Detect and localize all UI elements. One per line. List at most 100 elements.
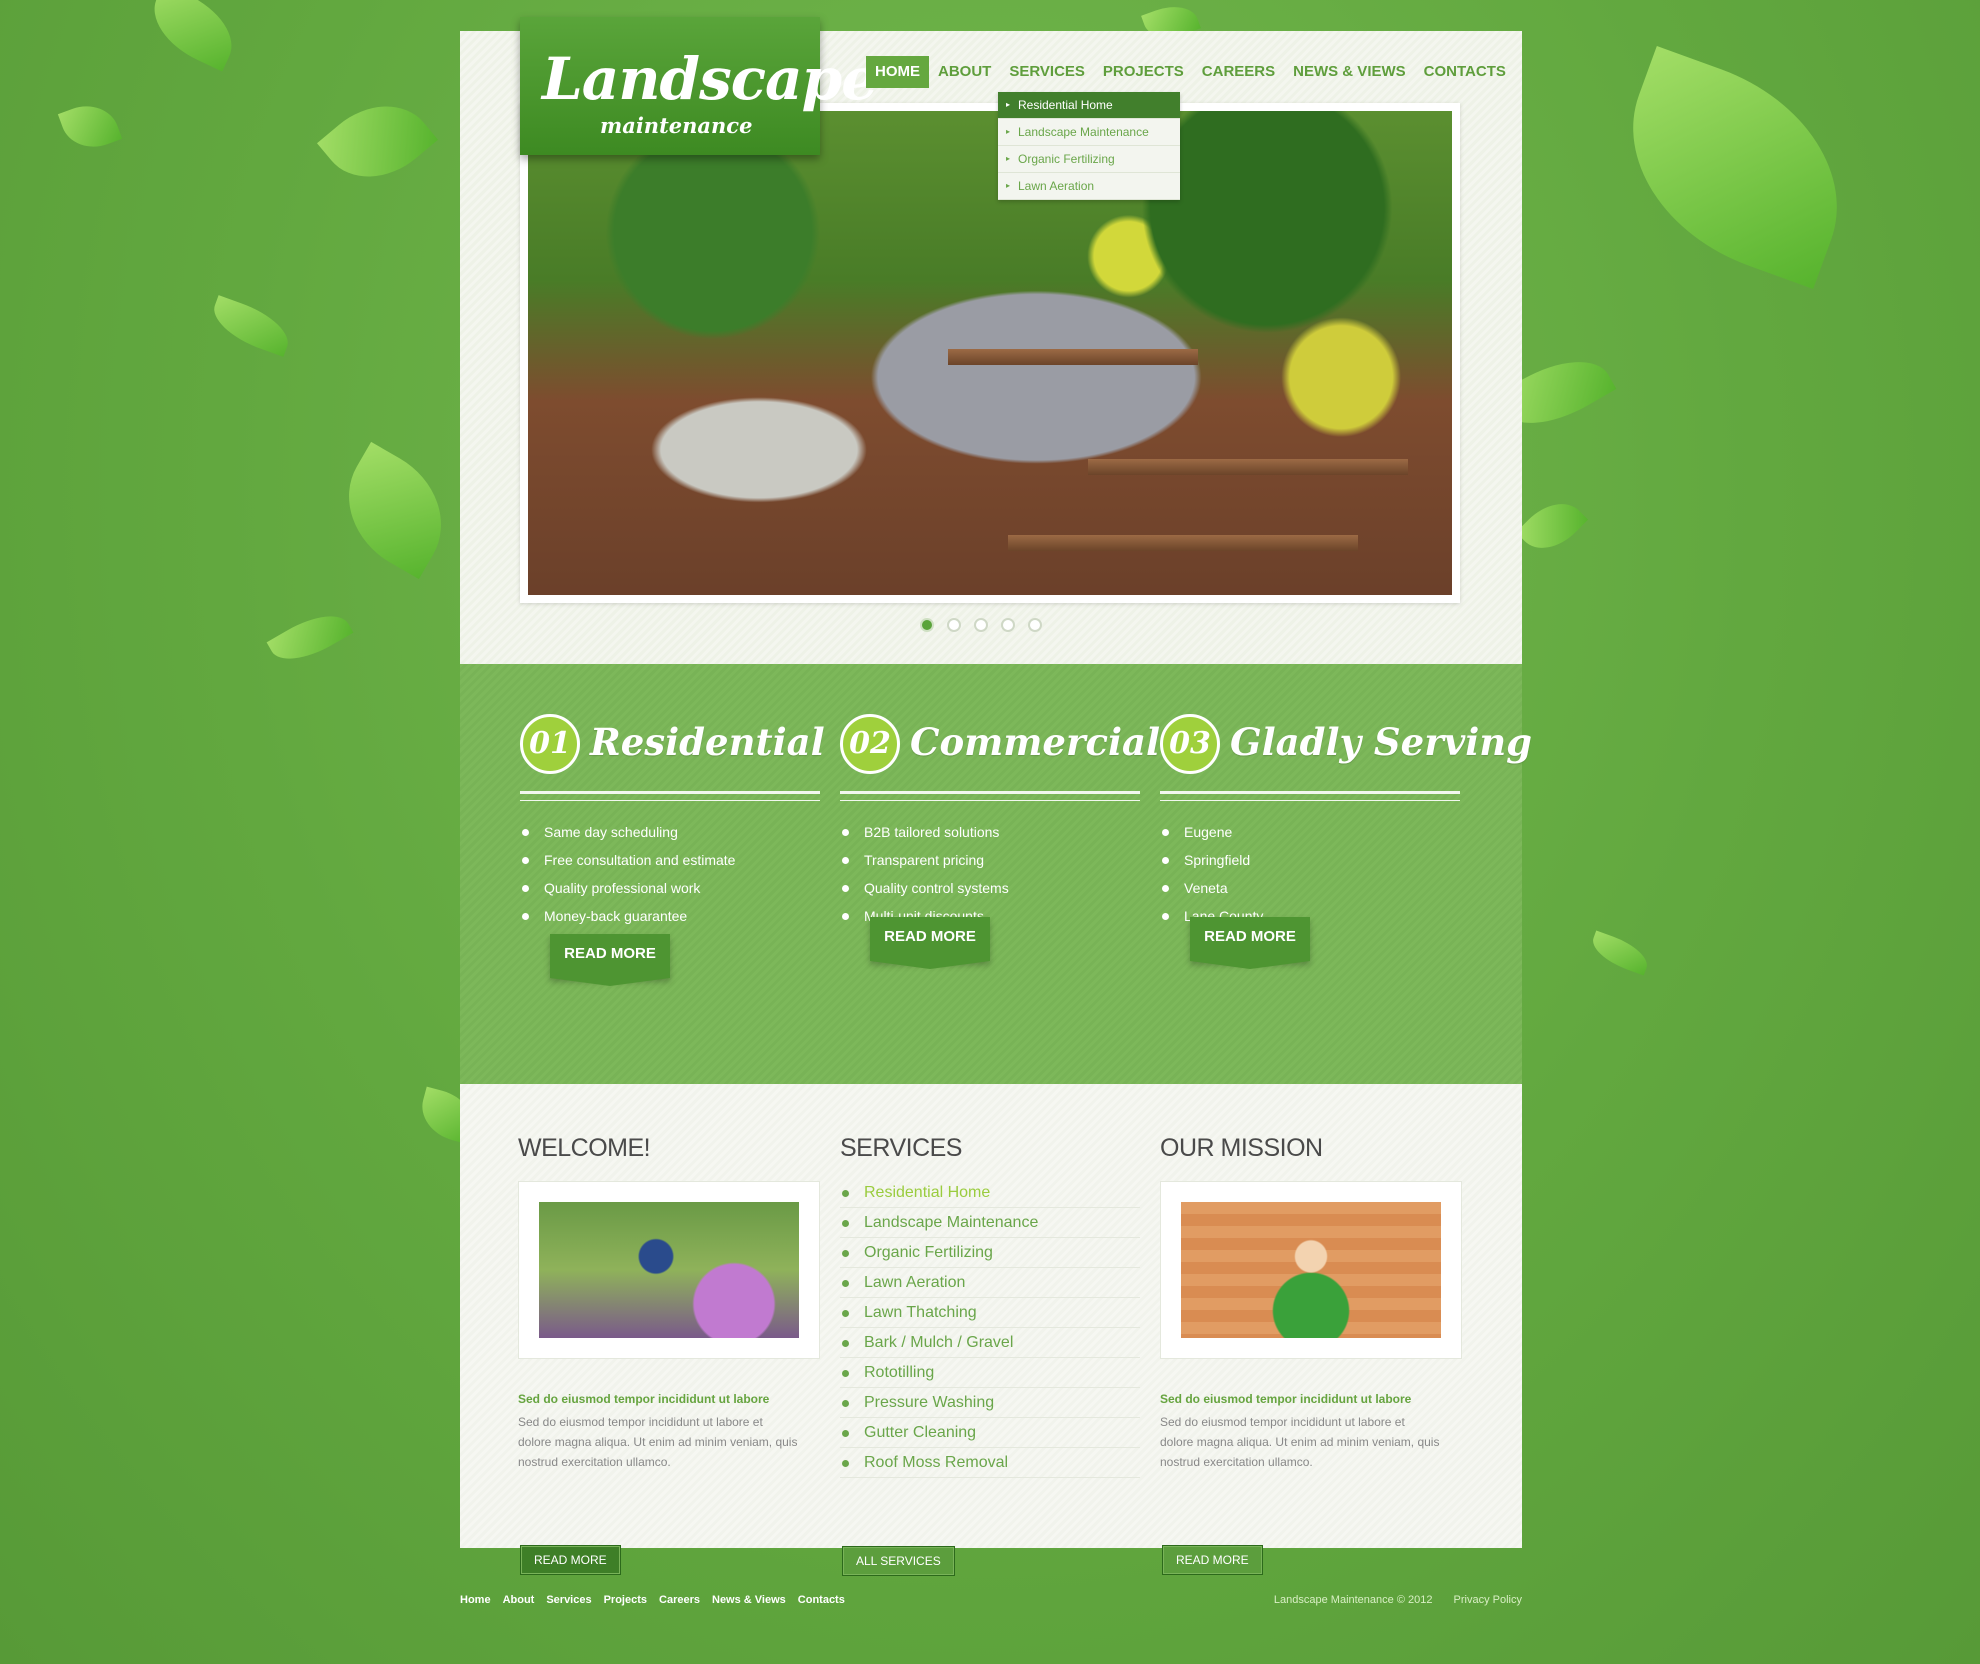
list-item: Transparent pricing: [840, 846, 1009, 874]
mission-lead: Sed do eiusmod tempor incididunt ut labo…: [1160, 1392, 1412, 1406]
all-services-button[interactable]: ALL SERVICES: [842, 1546, 955, 1576]
nav-contacts[interactable]: CONTACTS: [1415, 56, 1515, 88]
dropdown-item[interactable]: Residential Home: [998, 92, 1180, 119]
main-nav: HOME ABOUT SERVICES PROJECTS CAREERS NEW…: [866, 56, 1515, 88]
site-logo[interactable]: Landscape maintenance: [520, 17, 878, 155]
feature-list: B2B tailored solutions Transparent prici…: [840, 818, 1009, 930]
content-section: WELCOME! Sed do eiusmod tempor incididun…: [460, 1084, 1522, 1576]
features-band: 01 Residential Same day scheduling Free …: [460, 664, 1532, 1084]
leaf-decoration: [140, 0, 246, 72]
read-more-button[interactable]: READ MORE: [550, 934, 670, 986]
service-link[interactable]: Roof Moss Removal: [840, 1449, 1140, 1478]
read-more-button[interactable]: READ MORE: [1190, 917, 1310, 969]
divider: [520, 791, 820, 801]
service-link[interactable]: Organic Fertilizing: [840, 1239, 1140, 1268]
service-link[interactable]: Landscape Maintenance: [840, 1209, 1140, 1238]
footer-link-projects[interactable]: Projects: [604, 1594, 647, 1606]
leaf-decoration: [1515, 489, 1589, 563]
footer-nav: Home About Services Projects Careers New…: [460, 1594, 857, 1606]
privacy-policy-link[interactable]: Privacy Policy: [1454, 1594, 1522, 1606]
wood-step: [948, 349, 1198, 365]
woman-gardening-photo: [1181, 1202, 1441, 1338]
leaf-decoration: [323, 441, 467, 580]
list-item: Free consultation and estimate: [520, 846, 735, 874]
slider-dot[interactable]: [1028, 618, 1042, 632]
read-more-button[interactable]: READ MORE: [870, 917, 990, 969]
list-item: Veneta: [1160, 874, 1263, 902]
footer-meta: Landscape Maintenance © 2012 Privacy Pol…: [1256, 1594, 1522, 1606]
list-item: B2B tailored solutions: [840, 818, 1009, 846]
feature-list: Same day scheduling Free consultation an…: [520, 818, 735, 930]
feature-number: 03: [1160, 714, 1220, 774]
footer-link-contacts[interactable]: Contacts: [798, 1594, 845, 1606]
copyright: Landscape Maintenance © 2012: [1273, 1594, 1433, 1606]
slider-dot[interactable]: [974, 618, 988, 632]
hero-slider[interactable]: [520, 103, 1460, 603]
nav-home[interactable]: HOME: [866, 56, 929, 88]
wood-step: [1088, 459, 1408, 475]
section-heading: SERVICES: [840, 1134, 962, 1162]
footer: Home About Services Projects Careers New…: [460, 1594, 1522, 1614]
welcome-read-more-button[interactable]: READ MORE: [520, 1545, 621, 1575]
page-container: Landscape maintenance HOME ABOUT SERVICE…: [460, 17, 1532, 1576]
list-item: Money-back guarantee: [520, 902, 735, 930]
leaf-decoration: [1597, 45, 1873, 290]
image-frame: [518, 1181, 820, 1359]
footer-link-about[interactable]: About: [503, 1594, 535, 1606]
logo-subtitle: maintenance: [600, 113, 753, 138]
feature-title: Residential: [590, 720, 825, 764]
welcome-lead: Sed do eiusmod tempor incididunt ut labo…: [518, 1392, 770, 1406]
list-item: Same day scheduling: [520, 818, 735, 846]
service-link[interactable]: Lawn Aeration: [840, 1269, 1140, 1298]
header-section: Landscape maintenance HOME ABOUT SERVICE…: [460, 17, 1522, 664]
slider-pagination: [920, 618, 1042, 632]
mission-read-more-button[interactable]: READ MORE: [1162, 1545, 1263, 1575]
service-link[interactable]: Gutter Cleaning: [840, 1419, 1140, 1448]
wood-step: [1008, 535, 1358, 551]
service-link[interactable]: Residential Home: [840, 1179, 1140, 1208]
services-dropdown: Residential Home Landscape Maintenance O…: [998, 92, 1180, 200]
services-list: Residential Home Landscape Maintenance O…: [840, 1179, 1140, 1479]
section-heading: OUR MISSION: [1160, 1134, 1323, 1162]
list-item: Quality control systems: [840, 874, 1009, 902]
divider: [840, 791, 1140, 801]
list-item: Springfield: [1160, 846, 1263, 874]
leaf-decoration: [206, 295, 296, 357]
feature-title: Gladly Serving: [1230, 720, 1533, 764]
nav-about[interactable]: ABOUT: [929, 56, 1000, 88]
mission-body: Sed do eiusmod tempor incididunt ut labo…: [1160, 1415, 1440, 1469]
services-column: SERVICES Residential Home Landscape Main…: [840, 1134, 1140, 1576]
divider: [1160, 791, 1460, 801]
nav-news-views[interactable]: NEWS & VIEWS: [1284, 56, 1415, 88]
nav-services[interactable]: SERVICES: [1000, 56, 1094, 88]
feature-number: 01: [520, 714, 580, 774]
service-link[interactable]: Pressure Washing: [840, 1389, 1140, 1418]
mission-column: OUR MISSION Sed do eiusmod tempor incidi…: [1160, 1134, 1462, 1575]
footer-link-news-views[interactable]: News & Views: [712, 1594, 786, 1606]
nav-projects[interactable]: PROJECTS: [1094, 56, 1193, 88]
gardener-photo: [539, 1202, 799, 1338]
leaf-decoration: [57, 96, 123, 157]
footer-link-careers[interactable]: Careers: [659, 1594, 700, 1606]
nav-careers[interactable]: CAREERS: [1193, 56, 1284, 88]
service-link[interactable]: Lawn Thatching: [840, 1299, 1140, 1328]
slider-dot[interactable]: [1001, 618, 1015, 632]
welcome-column: WELCOME! Sed do eiusmod tempor incididun…: [518, 1134, 820, 1575]
dropdown-item[interactable]: Landscape Maintenance: [998, 119, 1180, 146]
dropdown-item[interactable]: Organic Fertilizing: [998, 146, 1180, 173]
service-link[interactable]: Bark / Mulch / Gravel: [840, 1329, 1140, 1358]
image-frame: [1160, 1181, 1462, 1359]
leaf-decoration: [1587, 930, 1653, 976]
list-item: Eugene: [1160, 818, 1263, 846]
leaf-decoration: [266, 602, 354, 673]
service-link[interactable]: Rototilling: [840, 1359, 1140, 1388]
dropdown-item[interactable]: Lawn Aeration: [998, 173, 1180, 200]
section-heading: WELCOME!: [518, 1134, 651, 1162]
feature-title: Commercial: [910, 720, 1161, 764]
feature-list: Eugene Springfield Veneta Lane County: [1160, 818, 1263, 930]
list-item: Quality professional work: [520, 874, 735, 902]
slider-dot[interactable]: [947, 618, 961, 632]
slider-dot[interactable]: [920, 618, 934, 632]
footer-link-services[interactable]: Services: [546, 1594, 591, 1606]
footer-link-home[interactable]: Home: [460, 1594, 491, 1606]
